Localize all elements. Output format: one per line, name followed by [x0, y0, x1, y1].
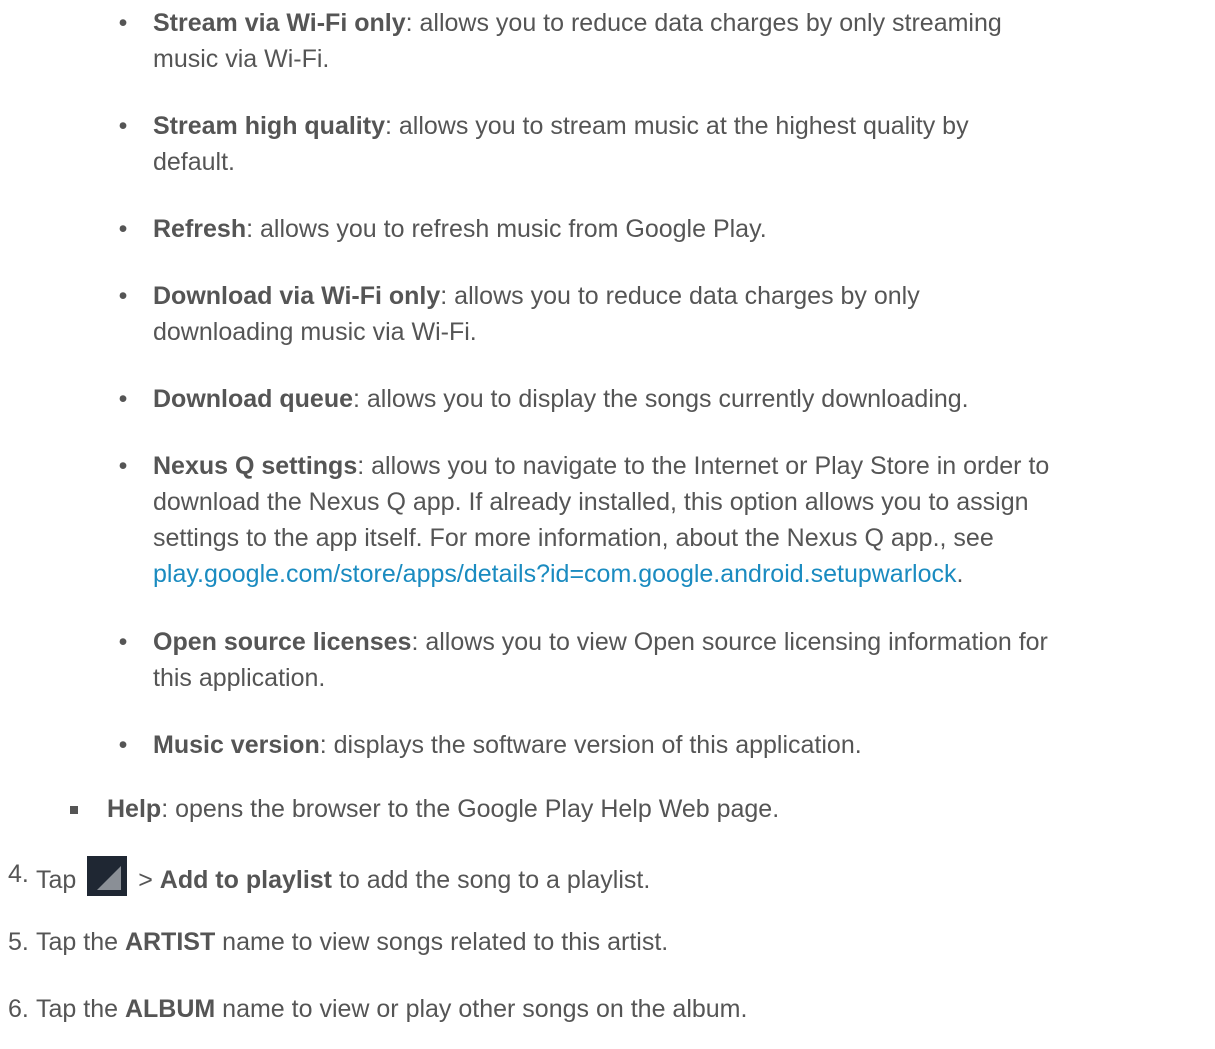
step-text: Tap the [36, 928, 125, 956]
setting-desc: : allows you to view Open source licensi… [411, 628, 1048, 656]
help-term: Help [107, 795, 162, 823]
setting-term: Open source licenses [153, 628, 412, 656]
setting-term: Music version [153, 731, 320, 759]
bullet-dot: • [118, 452, 128, 480]
setting-term: Stream high quality [153, 112, 385, 140]
step-text-end: name to view or play other songs on the … [215, 995, 748, 1023]
setting-desc: : displays the software version of this … [319, 731, 862, 759]
setting-desc: : allows you to refresh music from Googl… [246, 215, 767, 243]
setting-desc: : allows you to stream music at the high… [384, 112, 969, 140]
setting-desc: : allows you to display the songs curren… [353, 385, 969, 413]
bullet-dot: • [118, 385, 128, 413]
setting-desc: : allows you to navigate to the Internet… [357, 452, 1050, 480]
setting-desc-cont: music via Wi-Fi. [153, 45, 330, 73]
help-desc: : opens the browser to the Google Play H… [161, 795, 780, 823]
setting-term: Download via Wi-Fi only [153, 282, 441, 310]
setting-term: Nexus Q settings [153, 452, 358, 480]
step-text: Tap the [36, 995, 125, 1023]
step-action: Add to playlist [159, 866, 332, 894]
bullet-dot: • [118, 9, 128, 37]
link-period: . [956, 560, 964, 588]
document-page: • Stream via Wi-Fi only: allows you to r… [0, 0, 1215, 1049]
bullet-dot: • [118, 628, 128, 656]
setting-desc-cont: downloading music via Wi-Fi. [153, 318, 477, 346]
step-separator: > [131, 866, 160, 894]
step-action: ARTIST [124, 928, 216, 956]
bullet-dot: • [118, 215, 128, 243]
setting-term: Stream via Wi-Fi only [153, 9, 406, 37]
step-text-end: name to view songs related to this artis… [215, 928, 669, 956]
menu-overflow-icon [87, 856, 128, 896]
nexus-q-link[interactable]: play.google.com/store/apps/details?id=co… [153, 560, 957, 588]
bullet-dot: • [118, 112, 128, 140]
step-text-end: to add the song to a playlist. [332, 866, 651, 894]
setting-desc-cont: settings to the app itself. For more inf… [153, 524, 994, 552]
setting-desc: : allows you to reduce data charges by o… [440, 282, 920, 310]
setting-desc-cont: default. [153, 148, 236, 176]
bullet-dot: • [118, 282, 128, 310]
setting-desc: : allows you to reduce data charges by o… [405, 9, 1002, 37]
setting-desc-cont: this application. [153, 664, 326, 692]
step-action: ALBUM [124, 995, 216, 1023]
setting-term: Download queue [153, 385, 353, 413]
step-text: Tap [36, 866, 77, 894]
setting-desc-cont: download the Nexus Q app. If already ins… [153, 488, 1029, 516]
bullet-dot: • [118, 731, 128, 759]
setting-term: Refresh [153, 215, 247, 243]
square-bullet [70, 806, 78, 814]
